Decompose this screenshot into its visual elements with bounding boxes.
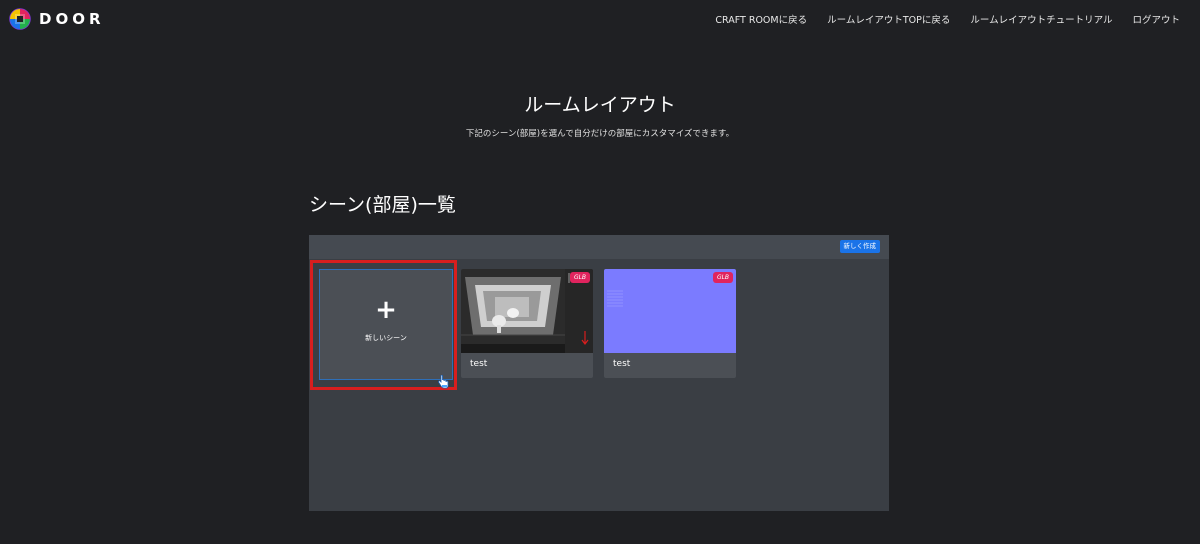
logo-text: DOOR: [39, 10, 105, 28]
door-logo-icon: [9, 8, 31, 30]
glb-badge: GLB: [713, 272, 733, 283]
door-logo[interactable]: DOOR: [9, 7, 105, 31]
page-subtitle: 下記のシーン(部屋)を選んで自分だけの部屋にカスタマイズできます。: [465, 129, 735, 139]
new-scene-label: 新しいシーン: [365, 333, 407, 342]
hand-cursor-icon: [438, 375, 449, 389]
scene-name: test: [470, 359, 488, 369]
scene-card[interactable]: GLB test: [604, 269, 736, 378]
nav-logout-link[interactable]: ログアウト: [1132, 12, 1180, 26]
scene-name: test: [613, 359, 631, 369]
scene-card[interactable]: GLB test: [461, 269, 593, 378]
page-title: ルームレイアウト: [524, 94, 676, 116]
create-new-button[interactable]: 新しく作成: [839, 240, 880, 253]
nav-craft-room-link[interactable]: CRAFT ROOMに戻る: [715, 12, 807, 26]
header-nav: CRAFT ROOMに戻る ルームレイアウトTOPに戻る ルームレイアウトチュー…: [715, 12, 1180, 26]
panel-toolbar: 新しく作成: [309, 235, 889, 259]
plus-icon: +: [375, 294, 397, 325]
scene-list-panel: 新しく作成 + 新しいシーン GLB test GLB test: [309, 235, 889, 511]
nav-room-layout-top-link[interactable]: ルームレイアウトTOPに戻る: [827, 12, 950, 26]
new-scene-card[interactable]: + 新しいシーン: [319, 269, 453, 380]
top-header: DOOR CRAFT ROOMに戻る ルームレイアウトTOPに戻る ルームレイア…: [0, 0, 1200, 36]
nav-tutorial-link[interactable]: ルームレイアウトチュートリアル: [970, 12, 1112, 26]
section-title: シーン(部屋)一覧: [309, 194, 456, 216]
glb-badge: GLB: [570, 272, 590, 283]
